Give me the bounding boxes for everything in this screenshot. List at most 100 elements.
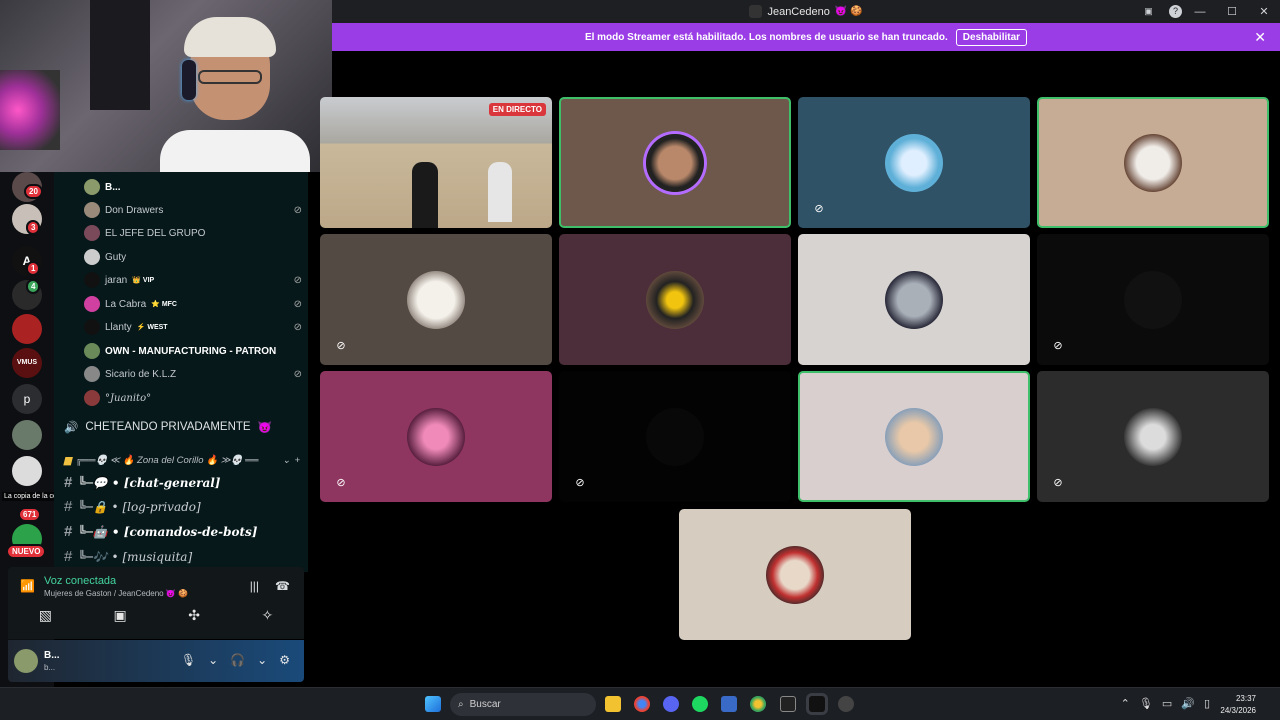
activities-icon[interactable]: ✣ bbox=[188, 607, 200, 624]
help-icon[interactable]: ? bbox=[1169, 5, 1182, 18]
text-channel[interactable]: # ╚─💬 • [chat-general] bbox=[64, 474, 221, 491]
participant-avatar bbox=[766, 545, 824, 604]
server-icon[interactable] bbox=[12, 314, 42, 344]
camera-off-icon[interactable]: ▧ bbox=[39, 607, 52, 624]
avatar bbox=[84, 249, 100, 265]
app-icon[interactable] bbox=[780, 696, 796, 712]
banner-text: El modo Streamer está habilitado. Los no… bbox=[584, 31, 948, 43]
server-icon[interactable]: VMUS bbox=[12, 348, 42, 378]
add-channel-icon[interactable]: + bbox=[294, 455, 300, 466]
streamer-webcam bbox=[0, 0, 332, 172]
windows-start-icon[interactable] bbox=[425, 696, 441, 712]
minimize-button[interactable]: — bbox=[1184, 6, 1216, 18]
live-badge: EN DIRECTO bbox=[488, 103, 546, 116]
server-icon[interactable] bbox=[12, 456, 42, 486]
participant-tile[interactable]: ⊘ bbox=[1037, 371, 1269, 502]
voice-connection-panel: 📶 Voz conectada Mujeres de Gaston / Jean… bbox=[8, 567, 304, 639]
voice-member[interactable]: OWN - MANUFACTURING - PATRON bbox=[84, 341, 302, 361]
maximize-button[interactable]: ☐ bbox=[1216, 5, 1248, 18]
role-tag: 👑 VIP bbox=[132, 277, 155, 284]
disconnect-icon[interactable]: ☎ bbox=[275, 579, 290, 593]
voice-member[interactable]: Llanty ⚡ WEST ⊘ bbox=[84, 317, 302, 337]
voice-member[interactable]: EL JEFE DEL GRUPO bbox=[84, 223, 302, 243]
microphone-icon[interactable]: 🎙 bbox=[1139, 697, 1153, 710]
participant-tile[interactable] bbox=[679, 509, 911, 640]
discord-icon[interactable] bbox=[663, 696, 679, 712]
server-icon[interactable] bbox=[12, 420, 42, 450]
participant-tile[interactable]: ⊘ bbox=[559, 371, 791, 502]
volume-icon[interactable]: 🔊 bbox=[1181, 697, 1195, 710]
text-channel[interactable]: # ╚─🔒 • [log-privado] bbox=[64, 498, 201, 515]
banner-close-icon[interactable]: ✕ bbox=[1254, 29, 1266, 46]
signal-icon[interactable]: 📶 bbox=[20, 579, 35, 593]
participant-tile[interactable] bbox=[798, 371, 1030, 502]
display-icon[interactable]: ▭ bbox=[1162, 697, 1172, 710]
participant-tile[interactable]: ⊘ bbox=[320, 371, 552, 502]
voice-status[interactable]: Voz conectada bbox=[44, 575, 116, 587]
spotify-icon[interactable] bbox=[692, 696, 708, 712]
server-icon[interactable]: p bbox=[12, 384, 42, 414]
participant-tile[interactable]: ⊘ bbox=[798, 97, 1030, 228]
participant-avatar bbox=[885, 133, 943, 192]
noise-suppression-icon[interactable]: ||| bbox=[250, 579, 259, 593]
window-title: JeanCedeno 😈 🍪 bbox=[749, 5, 863, 18]
participant-tile[interactable] bbox=[559, 234, 791, 365]
app-icon[interactable] bbox=[721, 696, 737, 712]
mention-badge: 20 bbox=[24, 184, 43, 199]
clock[interactable]: 23:37 24/3/2026 bbox=[1220, 693, 1256, 717]
close-window-button[interactable]: ✕ bbox=[1248, 5, 1280, 18]
devil-emoji-icon: 😈 bbox=[257, 422, 272, 434]
muted-mic-icon: ⊘ bbox=[1053, 340, 1063, 352]
screen: JeanCedeno 😈 🍪 ▣ ? — ☐ ✕ El modo Streame… bbox=[0, 0, 1280, 720]
streamer bbox=[160, 15, 310, 172]
chevron-down-icon[interactable]: ⌄ bbox=[257, 653, 267, 667]
settings-gear-icon[interactable]: ⚙ bbox=[279, 653, 290, 667]
disable-streamer-button[interactable]: Deshabilitar bbox=[955, 28, 1028, 46]
avatar bbox=[84, 272, 100, 288]
stream-tile[interactable]: EN DIRECTO bbox=[320, 97, 552, 228]
chevron-down-icon[interactable]: ⌄ bbox=[208, 653, 218, 667]
participant-avatar bbox=[646, 270, 704, 329]
folder-icon: ▆ bbox=[64, 455, 72, 466]
app-icon[interactable] bbox=[750, 696, 766, 712]
muted-mic-icon: ⊘ bbox=[814, 203, 824, 215]
role-tag: ⚡ WEST bbox=[136, 324, 168, 331]
chevron-down-icon: ⌄ bbox=[282, 455, 291, 466]
avatar[interactable] bbox=[14, 649, 38, 673]
voice-member[interactable]: °Juanito° bbox=[84, 388, 302, 408]
channel-category[interactable]: ▆ ╔══💀 ≪ 🔥 Zona del Corillo 🔥 ≫💀 ══ ⌄ + bbox=[64, 455, 300, 466]
participant-tile[interactable] bbox=[559, 97, 791, 228]
app-icon[interactable] bbox=[838, 696, 854, 712]
share-screen-icon[interactable]: ▣ bbox=[114, 607, 127, 624]
muted-icon: ⊘ bbox=[293, 274, 302, 286]
voice-member[interactable]: B... bbox=[84, 177, 302, 197]
participant-tile[interactable] bbox=[798, 234, 1030, 365]
voice-member[interactable]: Guty bbox=[84, 247, 302, 267]
text-channel[interactable]: # ╚─🤖 • [comandos-de-bots] bbox=[64, 523, 257, 540]
user-status: b... bbox=[44, 663, 56, 672]
mention-badge: 3 bbox=[26, 220, 41, 235]
tiktok-icon[interactable] bbox=[809, 696, 825, 712]
voice-member[interactable]: jaran 👑 VIP ⊘ bbox=[84, 270, 302, 290]
battery-icon[interactable]: ▯ bbox=[1204, 697, 1210, 710]
participant-tile[interactable]: ⊘ bbox=[1037, 234, 1269, 365]
inbox-icon[interactable]: ▣ bbox=[1142, 5, 1155, 18]
soundboard-icon[interactable]: ✧ bbox=[262, 607, 274, 624]
participant-tile[interactable]: ⊘ bbox=[320, 234, 552, 365]
voice-member[interactable]: Sicario de K.L.Z ⊘ bbox=[84, 364, 302, 384]
voice-member[interactable]: Don Drawers ⊘ bbox=[84, 200, 302, 220]
chevron-up-icon[interactable]: ⌃ bbox=[1121, 697, 1130, 710]
user-name: B... bbox=[44, 650, 60, 661]
voice-channel[interactable]: 🔊 CHETEANDO PRIVADAMENTE 😈 bbox=[64, 420, 272, 434]
voice-member[interactable]: La Cabra ⭐ MFC ⊘ bbox=[84, 294, 302, 314]
headphones-icon[interactable]: 🎧 bbox=[230, 653, 245, 667]
participant-tile[interactable] bbox=[1037, 97, 1269, 228]
microphone-icon[interactable]: 🎙 bbox=[181, 653, 196, 667]
chrome-icon[interactable] bbox=[634, 696, 650, 712]
voice-location: Mujeres de Gaston / JeanCedeno 😈 🍪 bbox=[44, 589, 188, 598]
taskbar-search[interactable]: ⌕ Buscar bbox=[450, 693, 596, 716]
file-explorer-icon[interactable] bbox=[605, 696, 621, 712]
text-channel[interactable]: # ╚─🎶 • [musiquita] bbox=[64, 548, 192, 565]
title-bar: JeanCedeno 😈 🍪 ▣ ? — ☐ ✕ bbox=[332, 0, 1280, 23]
app-icon bbox=[749, 5, 763, 18]
